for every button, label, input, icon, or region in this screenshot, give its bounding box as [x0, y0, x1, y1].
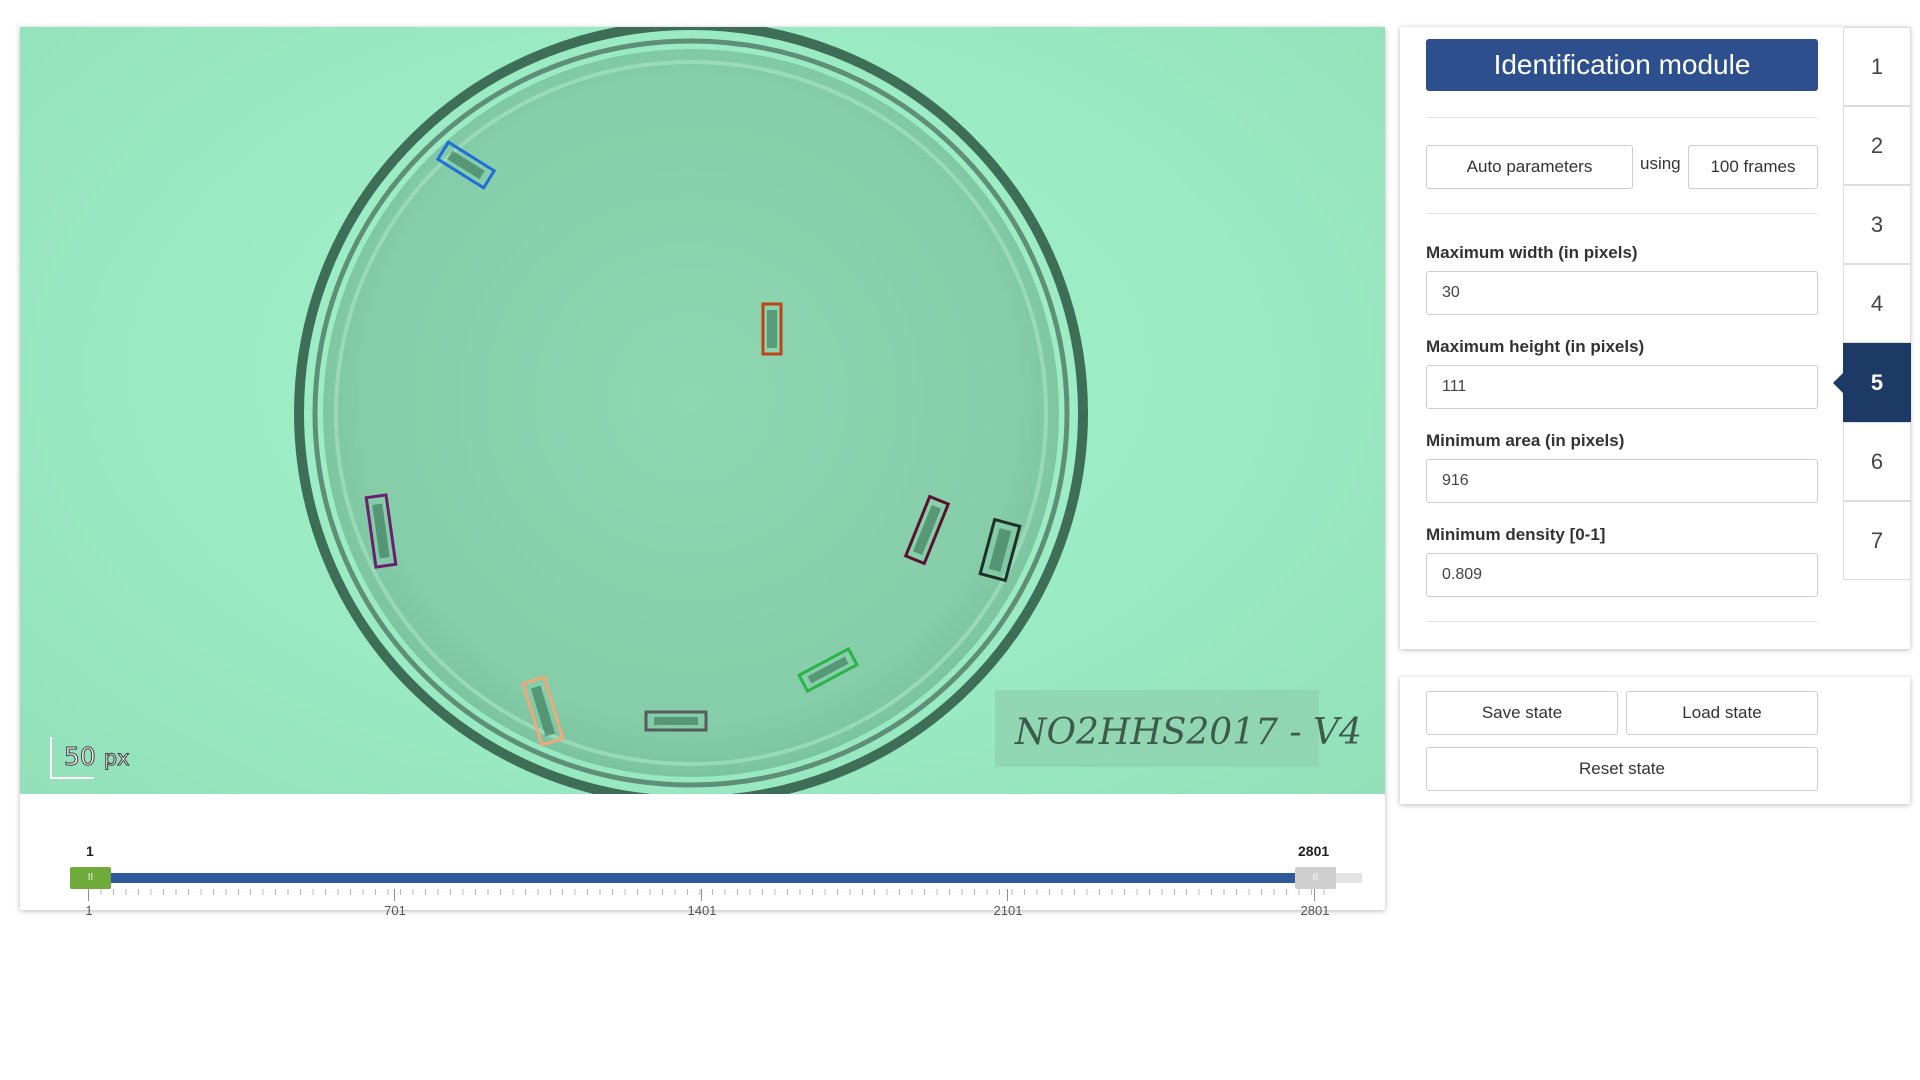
- slider-start-handle[interactable]: II: [70, 867, 111, 889]
- slider-tick-label: 1: [85, 903, 93, 918]
- slider-minor-ticks: [88, 889, 1336, 895]
- slider-major-tick: [1007, 889, 1008, 901]
- video-frame[interactable]: NO2HHS2017 - V4 50 px: [20, 27, 1385, 794]
- slider-tick-label: 701: [384, 903, 406, 918]
- range-end-label: 2801: [1298, 843, 1330, 859]
- slider-selected-range: [110, 873, 1316, 883]
- step-tab-1[interactable]: 1: [1843, 27, 1911, 106]
- slider-major-tick: [394, 889, 395, 901]
- min-density-input[interactable]: 0.809: [1426, 553, 1818, 597]
- step-tab-4[interactable]: 4: [1843, 264, 1911, 343]
- frames-count-button[interactable]: 100 frames: [1688, 145, 1818, 189]
- frame-range-slider[interactable]: 1 2801 II II 1 701 1401 2101 2801: [20, 794, 1385, 918]
- scale-bar-label: 50 px: [64, 742, 131, 772]
- min-area-label: Minimum area (in pixels): [1426, 431, 1625, 450]
- divider: [1426, 621, 1818, 622]
- petri-dish: [323, 49, 1059, 777]
- max-height-label: Maximum height (in pixels): [1426, 337, 1645, 356]
- reset-state-button[interactable]: Reset state: [1426, 747, 1818, 791]
- max-width-label: Maximum width (in pixels): [1426, 243, 1638, 262]
- step-tab-2[interactable]: 2: [1843, 106, 1911, 185]
- slider-tick-label: 2801: [1300, 903, 1330, 918]
- auto-parameters-button[interactable]: Auto parameters: [1426, 145, 1633, 189]
- slider-tick-label: 2101: [993, 903, 1023, 918]
- slider-major-tick: [1314, 889, 1315, 901]
- identification-module-panel: Identification module Auto parameters us…: [1400, 27, 1910, 649]
- step-tab-6[interactable]: 6: [1843, 422, 1911, 501]
- range-start-label: 1: [86, 843, 94, 859]
- module-title: Identification module: [1426, 39, 1818, 91]
- max-width-input[interactable]: 30: [1426, 271, 1818, 315]
- load-state-button[interactable]: Load state: [1626, 691, 1818, 735]
- scale-bar-unit: px: [103, 746, 130, 771]
- step-tab-7[interactable]: 7: [1843, 501, 1911, 580]
- divider: [1426, 117, 1818, 118]
- video-viewer-panel: NO2HHS2017 - V4 50 px 1 2801 II II 1 701…: [20, 27, 1385, 918]
- min-density-label: Minimum density [0-1]: [1426, 525, 1606, 544]
- scale-bar-value: 50: [64, 742, 97, 772]
- step-tab-3[interactable]: 3: [1843, 185, 1911, 264]
- divider: [1426, 213, 1818, 214]
- petri-dish-view: NO2HHS2017 - V4: [294, 27, 1362, 794]
- slider-major-tick: [701, 889, 702, 901]
- state-panel: Save state Load state Reset state: [1400, 677, 1910, 804]
- min-area-input[interactable]: 916: [1426, 459, 1818, 503]
- save-state-button[interactable]: Save state: [1426, 691, 1618, 735]
- step-tab-5[interactable]: 5: [1833, 343, 1911, 422]
- plate-label-text: NO2HHS2017 - V4: [1014, 712, 1362, 753]
- module-step-tabs: 1 2 3 4 5 6 7: [1833, 27, 1911, 580]
- max-height-input[interactable]: 111: [1426, 365, 1818, 409]
- slider-end-handle[interactable]: II: [1295, 867, 1336, 889]
- slider-tick-label: 1401: [687, 903, 717, 918]
- slider-major-tick: [88, 889, 89, 901]
- using-label: using: [1640, 154, 1681, 173]
